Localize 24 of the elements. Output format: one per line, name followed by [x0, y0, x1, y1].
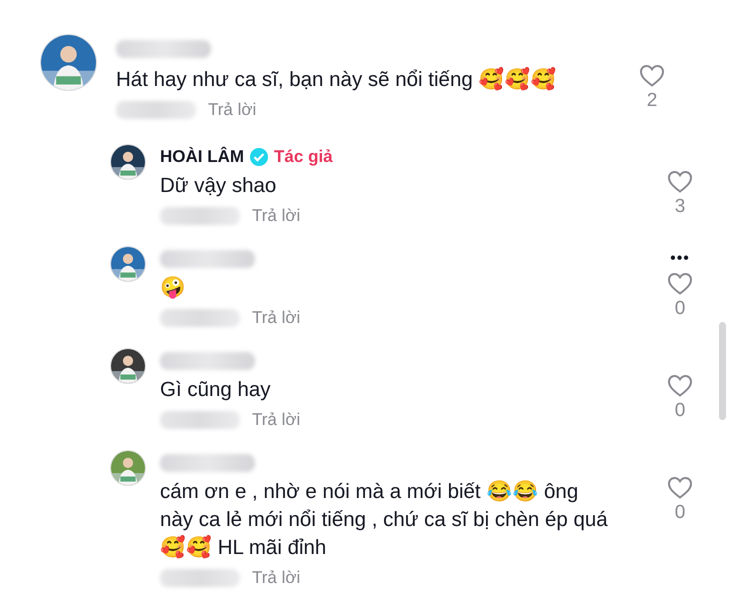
comment-text: Hát hay như ca sĩ, bạn này sẽ nổi tiếng 🥰🥰🥰: [116, 66, 558, 93]
reply-link[interactable]: Trả lời: [252, 308, 300, 328]
comment-text: 🤪: [160, 275, 187, 301]
heart-icon[interactable]: [667, 170, 693, 194]
like-count: 3: [674, 196, 686, 218]
heart-icon[interactable]: [667, 272, 693, 296]
comment-text: Dữ vậy shao: [160, 173, 278, 199]
comment-text: Gì cũng hay: [160, 377, 272, 403]
heart-icon[interactable]: [639, 64, 665, 88]
reply-link[interactable]: Trả lời: [252, 410, 300, 430]
reply-link[interactable]: Trả lời: [252, 568, 300, 588]
author-name[interactable]: HOÀI LÂM: [160, 147, 244, 167]
comment-text: cám ơn e , nhờ e nói mà a mới biết 😂😂 ông này ca lẻ mới nổi tiếng , chứ ca sĩ bị chèn ép quá 🥰🥰 HL mãi đỉnh: [160, 479, 608, 561]
like-count: 0: [674, 298, 686, 320]
heart-icon[interactable]: [667, 374, 693, 398]
author-label: Tác giả: [274, 147, 333, 167]
reply-link[interactable]: Trả lời: [252, 206, 300, 226]
more-button[interactable]: •••: [660, 246, 700, 272]
like-count: 2: [646, 90, 658, 112]
scrollbar[interactable]: [719, 322, 726, 420]
heart-icon[interactable]: [667, 476, 693, 500]
like-count: 0: [674, 400, 686, 422]
like-count: 0: [674, 502, 686, 524]
reply-link[interactable]: Trả lời: [208, 100, 256, 120]
